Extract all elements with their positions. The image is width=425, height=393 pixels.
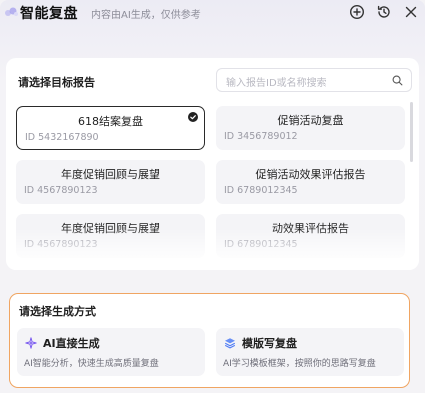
report-id: ID 5432167890 — [25, 132, 99, 143]
method-label: 模版写复盘 — [242, 337, 297, 350]
sparkle-icon — [25, 337, 37, 349]
app-subtitle: 内容由AI生成，仅供参考 — [91, 10, 201, 21]
report-name: 年度促销回顾与展望 — [61, 168, 160, 181]
report-id: ID 3456789012 — [224, 131, 298, 142]
history-icon[interactable] — [376, 4, 392, 20]
report-item[interactable]: 618结案复盘 ID 5432167890 — [16, 106, 205, 150]
report-item[interactable]: 促销活动复盘 ID 3456789012 — [216, 106, 405, 150]
report-name: 618结案复盘 — [78, 115, 143, 128]
report-id: ID 6789012345 — [224, 239, 298, 250]
add-icon[interactable] — [349, 4, 365, 20]
template-option[interactable]: 模版写复盘 AI学习模板框架，按照你的思路写复盘 — [216, 328, 404, 376]
scrollbar[interactable] — [410, 102, 413, 162]
smart-review-panel: 智能复盘 内容由AI生成，仅供参考 请选择目标报告 输入报告ID或名称搜索 61… — [0, 0, 425, 393]
report-name: 动效果评估报告 — [272, 222, 349, 235]
report-item[interactable]: 年度促销回顾与展望 ID 4567890123 — [16, 160, 205, 204]
report-item[interactable]: 动效果评估报告 ID 6789012345 — [216, 214, 405, 258]
method-desc: AI学习模板框架，按照你的思路写复盘 — [223, 359, 376, 369]
app-title: 智能复盘 — [20, 6, 78, 22]
ai-generate-option[interactable]: AI直接生成 AI智能分析，快速生成高质量复盘 — [17, 328, 205, 376]
generation-method-card: 请选择生成方式 AI直接生成 AI智能分析，快速生成高质量复盘 模版写复盘 AI… — [9, 293, 410, 388]
report-name: 年度促销回顾与展望 — [61, 222, 160, 235]
report-name: 促销活动复盘 — [277, 114, 344, 127]
check-icon — [188, 112, 198, 122]
report-item[interactable]: 年度促销回顾与展望 ID 4567890123 — [16, 214, 205, 258]
report-id: ID 6789012345 — [224, 185, 298, 196]
report-id: ID 4567890123 — [24, 185, 98, 196]
report-name: 促销活动效果评估报告 — [255, 168, 366, 181]
method-label: AI直接生成 — [43, 337, 100, 350]
panel-header: 智能复盘 内容由AI生成，仅供参考 — [0, 0, 425, 26]
target-report-card: 请选择目标报告 输入报告ID或名称搜索 618结案复盘 ID 543216789… — [6, 58, 419, 270]
section-title: 请选择生成方式 — [19, 305, 96, 318]
layers-icon — [224, 338, 236, 349]
close-icon[interactable] — [403, 4, 419, 20]
report-id: ID 4567890123 — [24, 239, 98, 250]
method-desc: AI智能分析，快速生成高质量复盘 — [24, 359, 159, 369]
report-list: 618结案复盘 ID 5432167890 促销活动复盘 ID 34567890… — [6, 58, 419, 270]
report-item[interactable]: 促销活动效果评估报告 ID 6789012345 — [216, 160, 405, 204]
logo-icon — [5, 7, 18, 16]
